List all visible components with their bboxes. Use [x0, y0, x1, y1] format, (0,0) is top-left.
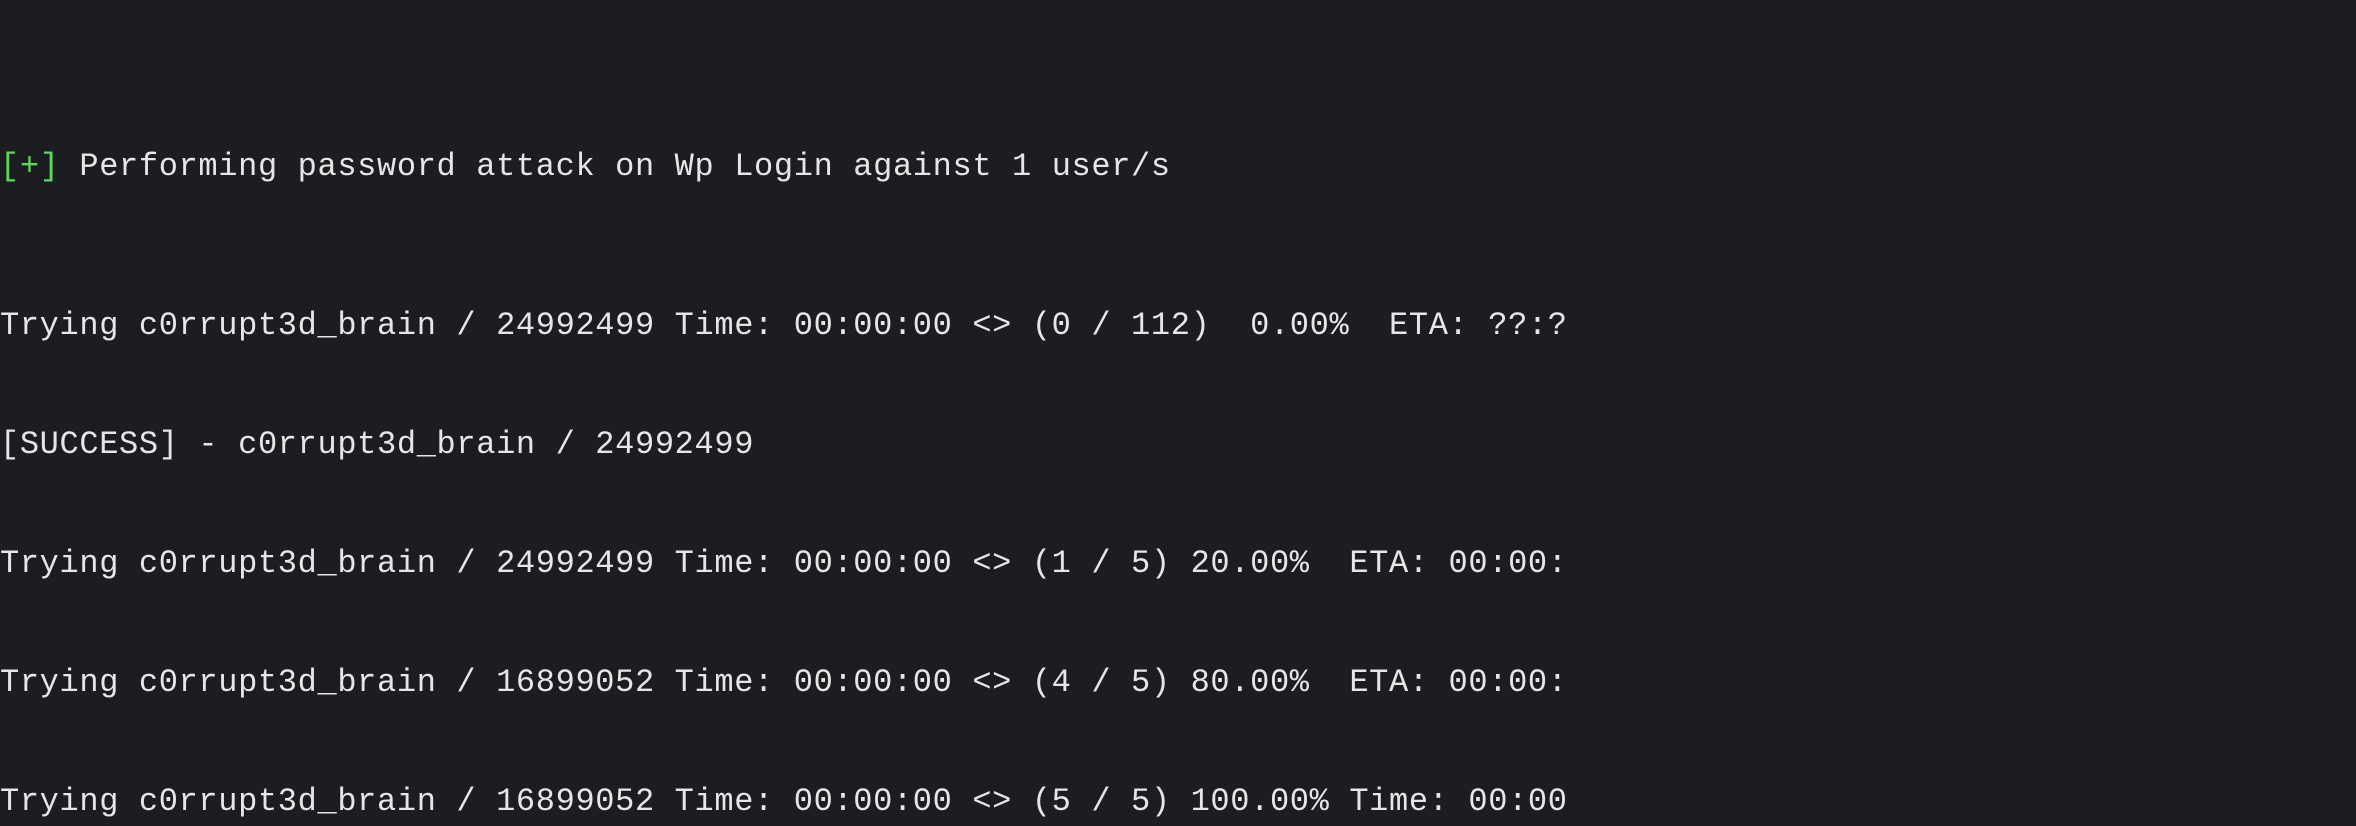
- bracket-open: [: [0, 148, 20, 185]
- progress-line: Trying c0rrupt3d_brain / 16899052 Time: …: [0, 782, 2356, 822]
- progress-line: Trying c0rrupt3d_brain / 16899052 Time: …: [0, 663, 2356, 703]
- attack-header-text: Performing password attack on Wp Login a…: [60, 148, 1171, 185]
- plus-icon: +: [20, 148, 40, 185]
- terminal-output[interactable]: [+] Performing password attack on Wp Log…: [0, 0, 2356, 826]
- progress-line: Trying c0rrupt3d_brain / 24992499 Time: …: [0, 544, 2356, 584]
- bracket-close: ]: [40, 148, 60, 185]
- attack-header-line: [+] Performing password attack on Wp Log…: [0, 147, 2356, 187]
- success-line: [SUCCESS] - c0rrupt3d_brain / 24992499: [0, 425, 2356, 465]
- progress-line: Trying c0rrupt3d_brain / 24992499 Time: …: [0, 306, 2356, 346]
